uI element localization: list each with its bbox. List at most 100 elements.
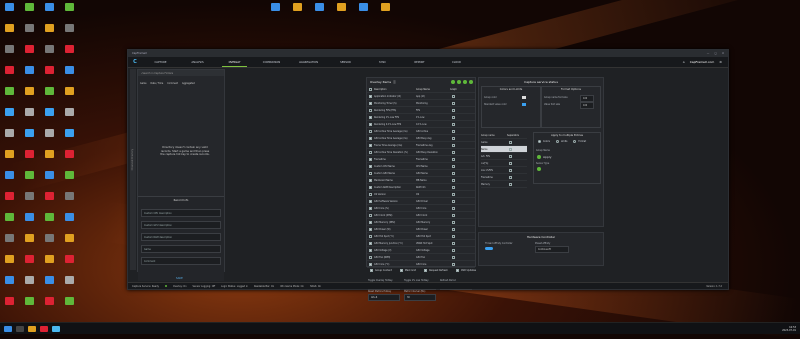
overlay-item-checkbox[interactable] [369,255,372,259]
tab-overlay[interactable]: OVERLAY [216,61,253,67]
desktop-shortcut-icon[interactable] [42,171,56,179]
overlay-item-group[interactable]: MB Name [416,179,450,182]
overlay-item-checkbox[interactable] [369,213,372,217]
tab-comparison[interactable]: COMPARISON [253,61,290,64]
overlay-item-group[interactable]: CPU Name [416,165,450,168]
desktop-shortcut-icon[interactable] [22,150,36,158]
desktop-shortcut-icon[interactable] [62,297,76,305]
desktop-shortcut-icon[interactable] [42,297,56,305]
overlay-item-checkbox[interactable] [369,199,372,203]
option-request-refresh[interactable]: Request Refresh [422,269,448,272]
thread-affinity-toggle[interactable] [485,247,493,250]
desktop-shortcut-icon[interactable] [2,108,16,116]
group-font-size-input[interactable]: 100 [580,95,594,102]
brand-link[interactable]: CapFrameX.com [690,60,715,64]
desktop-shortcut-icon[interactable] [2,150,16,158]
overlay-item-checkbox[interactable] [369,157,372,161]
overlay-item-row[interactable]: GPU Hot Spot (°C) GPU Hot Spot [367,233,475,240]
desktop-shortcut-icon[interactable] [62,24,76,32]
overlay-item-checkbox[interactable] [369,150,372,154]
desktop-shortcut-icon[interactable] [42,213,56,221]
observed-directory-panel[interactable]: Observed Directory [130,69,136,270]
desktop-shortcut-icon[interactable] [2,234,16,242]
maximize-icon[interactable]: ▢ [714,52,716,55]
overlay-item-group[interactable]: Frametime Avg [416,144,450,147]
col-date-time[interactable]: Date / Time [151,82,164,85]
overlay-item-group[interactable]: RAM Info [416,186,450,189]
overlay-item-group[interactable]: GPU Power [416,228,450,231]
overlay-item-checkbox[interactable] [369,241,372,245]
option-checkbox[interactable] [399,269,403,272]
overlay-item-group[interactable]: FPS [416,109,450,112]
group-row[interactable]: Game [481,139,527,146]
desktop-shortcut-icon[interactable] [62,45,76,53]
tab-analysis[interactable]: ANALYSIS [179,61,216,64]
desktop-shortcut-icon[interactable] [62,255,76,263]
overlay-item-group[interactable]: 1% Low [416,116,450,119]
desktop-shortcut-icon[interactable] [22,276,36,284]
overlay-item-row[interactable]: Custom CPU Name CPU Name [367,163,475,170]
desktop-shortcut-icon[interactable] [62,276,76,284]
overlay-item-graph-checkbox[interactable] [452,122,455,126]
separator-checkbox[interactable] [509,168,512,172]
desktop-shortcut-icon[interactable] [42,45,56,53]
overlay-item-checkbox[interactable] [369,122,372,126]
desktop-shortcut-icon[interactable] [22,255,36,263]
tab-sync[interactable]: SYNC [364,61,401,64]
desktop-shortcut-icon[interactable] [22,297,36,305]
desktop-shortcut-icon[interactable] [2,276,16,284]
overlay-item-row[interactable]: GPU Software Version GPU Driver [367,198,475,205]
overlay-item-group[interactable]: GPU Fan [416,256,450,259]
radio-icon[interactable] [555,140,559,143]
tab-sensor[interactable]: SENSOR [327,61,364,64]
overlay-item-row[interactable]: GPU Memory (MHz) GPU Memory [367,219,475,226]
desktop-shortcut-icon[interactable] [22,129,36,137]
desktop-shortcut-icon[interactable] [42,150,56,158]
custom-gpu-field[interactable]: Custom GPU description [141,221,221,229]
overlay-item-graph-checkbox[interactable] [452,241,455,245]
desktop-shortcut-icon[interactable] [268,3,282,11]
refresh-icon[interactable] [457,79,462,84]
group-row[interactable]: cur[%] [481,160,527,167]
overlay-item-group[interactable]: OS [416,193,450,196]
overlay-item-group[interactable]: 0.1% Low [416,123,450,126]
overlay-item-group[interactable]: GPU Core [416,263,450,266]
overlay-item-graph-checkbox[interactable] [452,192,455,196]
desktop-shortcut-icon[interactable] [2,3,16,11]
group-color-swatch[interactable] [522,96,526,99]
overlay-item-row[interactable]: Rendering 0.1% Low FPS 0.1% Low [367,121,475,128]
desktop-shortcut-icon[interactable] [312,3,326,11]
desktop-shortcut-icon[interactable] [22,66,36,74]
separator-checkbox[interactable] [509,161,512,165]
start-icon[interactable] [4,325,12,332]
desktop-shortcut-icon[interactable] [62,192,76,200]
overlay-item-checkbox[interactable] [369,178,372,182]
desktop-shortcut-icon[interactable] [62,108,76,116]
desktop-shortcut-icon[interactable] [22,234,36,242]
overlay-item-graph-checkbox[interactable] [452,213,455,217]
desktop-shortcut-icon[interactable] [42,255,56,263]
desktop-shortcut-icon[interactable] [356,3,370,11]
desktop-shortcut-icon[interactable] [62,150,76,158]
overlay-item-checkbox[interactable] [369,227,372,231]
desktop-shortcut-icon[interactable] [2,87,16,95]
group-row[interactable]: Act. FPS [481,153,527,160]
overlay-item-graph-checkbox[interactable] [452,150,455,154]
desktop-shortcut-icon[interactable] [2,24,16,32]
overlay-item-group[interactable]: GPU Hot Spot [416,235,450,238]
overlay-item-checkbox[interactable] [369,115,372,119]
overlay-item-checkbox[interactable] [369,192,372,196]
overlay-item-graph-checkbox[interactable] [452,136,455,140]
save-button[interactable]: SAVE [176,277,183,280]
desktop-shortcut-icon[interactable] [22,192,36,200]
overlay-item-row[interactable]: GPU Power (W) GPU Power [367,226,475,233]
option-checkbox[interactable] [370,269,373,272]
desktop-shortcut-icon[interactable] [42,129,56,137]
overlay-item-graph-checkbox[interactable] [452,262,455,266]
overlay-item-row[interactable]: GPU Active Time Average (ms) GPU Active [367,128,475,135]
overlay-item-group[interactable]: Frametime [416,158,450,161]
desktop-shortcut-icon[interactable] [42,24,56,32]
overlay-item-row[interactable]: Frametime Frametime [367,156,475,163]
desktop-shortcut-icon[interactable] [42,192,56,200]
desktop-shortcut-icon[interactable] [22,24,36,32]
